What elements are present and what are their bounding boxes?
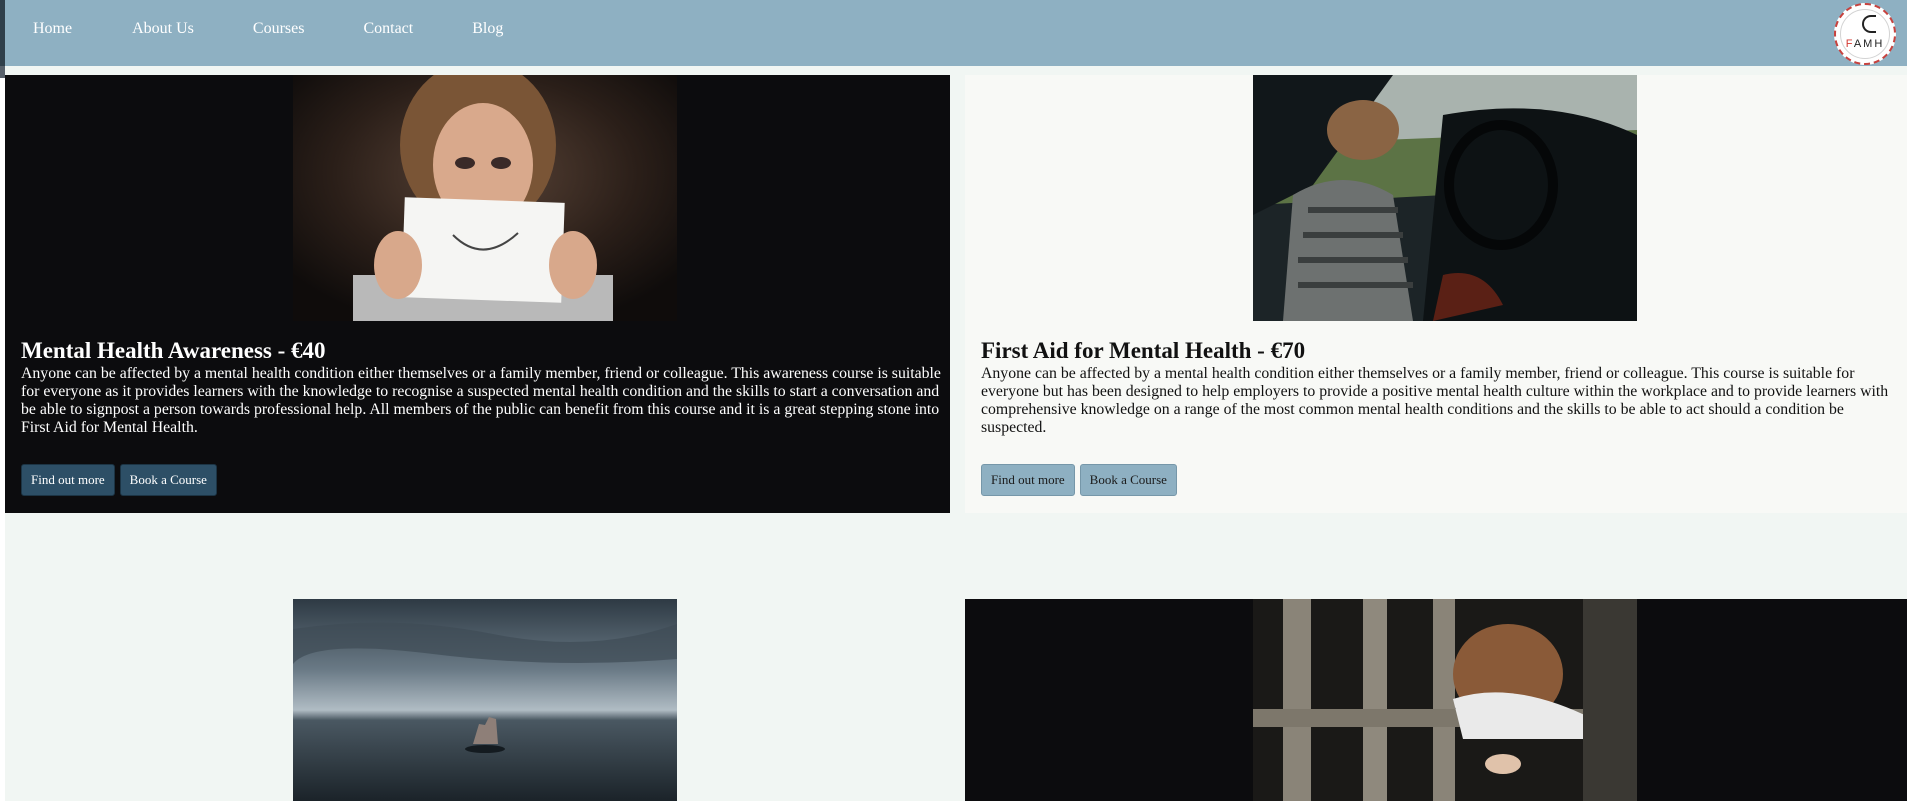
course-photo-window xyxy=(1253,599,1637,801)
course-photo-smile-sign xyxy=(293,75,677,321)
course-card-fourth xyxy=(965,599,1907,801)
main-nav: Home About Us Courses Contact Blog xyxy=(33,20,562,38)
course-card-first-aid-mental-health: First Aid for Mental Health - €70 Anyone… xyxy=(965,75,1907,513)
nav-about-us[interactable]: About Us xyxy=(132,20,194,38)
find-out-more-button[interactable]: Find out more xyxy=(21,464,115,496)
course-card-third xyxy=(5,599,950,801)
book-course-button[interactable]: Book a Course xyxy=(1079,464,1177,496)
nav-contact[interactable]: Contact xyxy=(363,20,413,38)
site-header: Home About Us Courses Contact Blog FAMH xyxy=(5,0,1907,66)
ear-icon xyxy=(1862,15,1876,33)
logo-letter-f: F xyxy=(1845,38,1854,50)
book-course-button[interactable]: Book a Course xyxy=(119,464,217,496)
course-actions: Find out more Book a Course xyxy=(21,464,217,496)
course-actions: Find out more Book a Course xyxy=(981,464,1177,496)
site-logo[interactable]: FAMH xyxy=(1834,3,1896,65)
course-photo-sea-hand xyxy=(293,599,677,801)
course-card-mental-health-awareness: Mental Health Awareness - €40 Anyone can… xyxy=(5,75,950,513)
course-photo-car-driver xyxy=(1253,75,1637,321)
course-description: Anyone can be affected by a mental healt… xyxy=(981,365,1889,436)
course-title: First Aid for Mental Health - €70 xyxy=(981,338,1306,363)
nav-home[interactable]: Home xyxy=(33,20,72,38)
find-out-more-button[interactable]: Find out more xyxy=(981,464,1075,496)
nav-blog[interactable]: Blog xyxy=(472,20,503,38)
logo-letters: FAMH xyxy=(1845,38,1885,50)
course-description: Anyone can be affected by a mental healt… xyxy=(21,365,941,436)
nav-courses[interactable]: Courses xyxy=(253,20,305,38)
course-title: Mental Health Awareness - €40 xyxy=(21,338,326,363)
